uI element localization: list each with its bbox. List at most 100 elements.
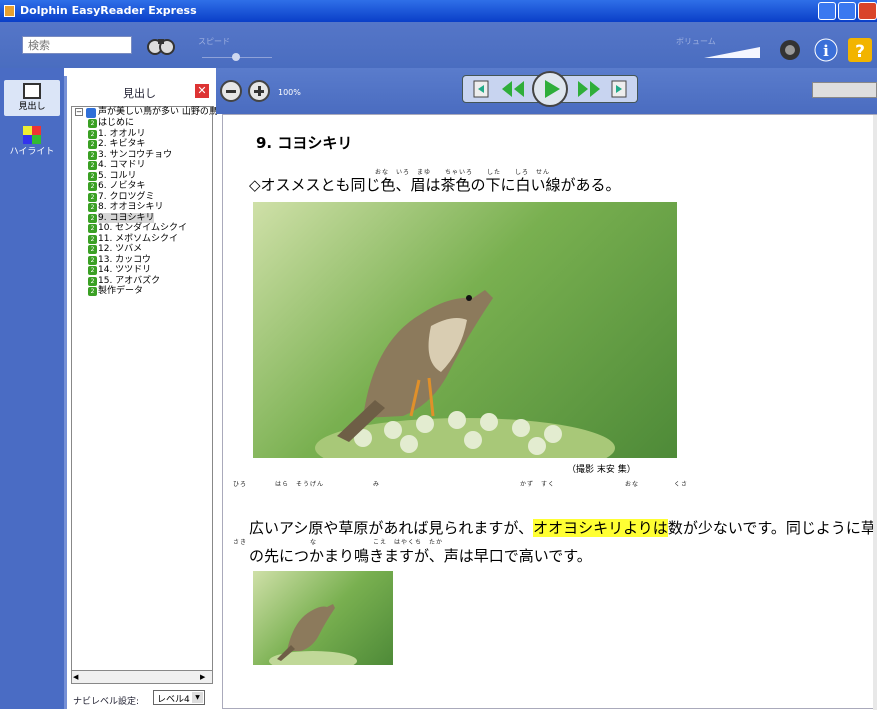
level2-node-icon: 2 <box>88 266 97 275</box>
bird-thumbnail[interactable] <box>253 571 393 665</box>
search-input[interactable] <box>22 36 132 54</box>
description-line: ◇オスメスとも同じ色、眉は茶色の下に白い線がある。 <box>249 176 621 194</box>
info-icon[interactable]: i <box>814 38 838 62</box>
level2-node-icon: 2 <box>88 119 97 128</box>
tree-item[interactable]: 2 3. サンコウチョウ <box>72 150 212 161</box>
tree-item[interactable]: 2 14. ツツドリ <box>72 265 212 276</box>
level2-node-icon: 2 <box>88 255 97 265</box>
panel-title: 見出し <box>123 87 156 100</box>
tree-item[interactable]: 2 11. メボソムシクイ <box>72 234 212 245</box>
tree-item-label: 4. コマドリ <box>98 160 146 170</box>
tree-item-label: 2. キビタキ <box>98 139 146 149</box>
close-button[interactable] <box>858 2 877 20</box>
level2-node-icon: 2 <box>88 224 97 233</box>
tree-item[interactable]: 2 9. コヨシキリ <box>72 212 212 224</box>
tree-item[interactable]: 2 はじめに <box>72 118 212 129</box>
chevron-down-icon[interactable]: ▼ <box>192 692 203 703</box>
paragraph-line-2: の先につかまり鳴きますが、声は早口で高いです。 <box>249 547 592 565</box>
tree-item[interactable]: 2 8. オオヨシキリ <box>72 202 212 213</box>
fast-forward-icon[interactable] <box>576 79 602 99</box>
tree-item-label: 14. ツツドリ <box>98 265 152 275</box>
speaker-icon[interactable] <box>778 38 806 62</box>
play-button[interactable] <box>532 71 568 107</box>
tree-item-label: 15. アオバズク <box>98 275 161 286</box>
tree-item[interactable]: 2 2. キビタキ <box>72 139 212 150</box>
zoom-level: 100% <box>278 88 301 97</box>
level2-node-icon: 2 <box>88 234 97 244</box>
scroll-left-arrow[interactable]: ◀ <box>73 672 83 682</box>
speed-label: スピード <box>198 37 230 46</box>
ruby-line-2: ひろ はら そうげん み かず すく おな くさ <box>233 481 689 488</box>
rewind-icon[interactable] <box>500 79 526 99</box>
tree-item-label: 8. オオヨシキリ <box>98 202 164 212</box>
prev-page-icon[interactable] <box>470 79 492 99</box>
tree-item[interactable]: 2 10. センダイムシクイ <box>72 223 212 234</box>
tree-root-label: 声が美しい鳥が多い 山野の鳥 <box>98 107 218 117</box>
svg-text:i: i <box>823 42 829 60</box>
viewer-select[interactable] <box>812 82 877 98</box>
level2-node-icon: 2 <box>88 182 97 191</box>
level2-node-icon: 2 <box>88 245 97 254</box>
panel-header: 見出し ✕ <box>67 76 217 106</box>
next-page-icon[interactable] <box>608 79 630 99</box>
zoom-out-icon[interactable] <box>220 80 242 102</box>
level2-node-icon: 2 <box>88 171 97 181</box>
level2-node-icon: 2 <box>88 161 97 170</box>
book-icon <box>23 83 41 99</box>
tree-item-label: 5. コルリ <box>98 170 137 181</box>
app-icon <box>4 5 15 17</box>
tree-item-label: 9. コヨシキリ <box>98 212 155 223</box>
zoom-in-icon[interactable] <box>248 80 270 102</box>
tree-scrollbar[interactable]: ◀ ▶ <box>71 670 213 684</box>
minimize-button[interactable] <box>818 2 836 20</box>
book-node-icon <box>86 108 96 118</box>
level2-node-icon: 2 <box>88 203 97 212</box>
binoculars-icon[interactable] <box>146 32 176 58</box>
bird-photo <box>253 202 677 458</box>
tree-item[interactable]: 2 5. コルリ <box>72 171 212 182</box>
help-icon[interactable]: ? <box>848 38 872 62</box>
document-view: 9. コヨシキリ おな いろ まゆ ちゃいろ した しろ せん ◇オスメスとも同… <box>222 114 877 710</box>
vertical-scrollbar[interactable] <box>873 115 877 710</box>
tab-highlight[interactable]: ハイライト <box>4 126 60 166</box>
photo-caption: （撮影 末安 集） <box>567 465 636 475</box>
tree-item[interactable]: 2 4. コマドリ <box>72 160 212 171</box>
tree-item[interactable]: 2 15. アオバズク <box>72 276 212 287</box>
tree-item-label: 3. サンコウチョウ <box>98 149 173 160</box>
tree-item-label: 13. カッコウ <box>98 254 151 265</box>
level2-node-icon: 2 <box>88 276 97 286</box>
maximize-button[interactable] <box>838 2 856 20</box>
tree-item[interactable]: 2 12. ツバメ <box>72 244 212 255</box>
paragraph-text-b: 数が少ないです。同じように草 <box>667 519 876 537</box>
svg-text:?: ? <box>855 42 865 62</box>
scroll-right-arrow[interactable]: ▶ <box>200 672 210 682</box>
speed-slider-thumb[interactable] <box>232 53 240 61</box>
nav-level-value: レベル4 <box>157 695 190 705</box>
headings-tree: − 声が美しい鳥が多い 山野の鳥 2 はじめに 2 1. オオルリ 2 2. キビタキ 2 3… <box>71 106 218 676</box>
tree-item[interactable]: 2 製作データ <box>72 286 212 297</box>
volume-slider[interactable] <box>704 44 760 58</box>
headings-panel: 見出し ✕ − 声が美しい鳥が多い 山野の鳥 2 はじめに 2 1. オオルリ 2 2. … <box>64 76 218 709</box>
tab-highlight-label: ハイライト <box>9 147 55 157</box>
level2-node-icon: 2 <box>88 129 97 139</box>
tab-headings[interactable]: 見出し <box>4 80 60 116</box>
tree-item[interactable]: 2 1. オオルリ <box>72 129 212 140</box>
close-panel-icon[interactable]: ✕ <box>195 84 209 98</box>
level2-node-icon: 2 <box>88 150 97 160</box>
highlight-icon <box>23 126 41 144</box>
level2-node-icon: 2 <box>88 140 97 149</box>
window-title: Dolphin EasyReader Express <box>20 4 197 17</box>
nav-level-select[interactable]: レベル4 ▼ <box>153 690 205 705</box>
tree-item[interactable]: 2 7. クロツグミ <box>72 192 212 203</box>
tree-item-label: 12. ツバメ <box>98 244 143 254</box>
paragraph-line-1: 広いアシ原や草原があれば見られますが、オオヨシキリよりは数が少ないです。同じよう… <box>249 517 876 538</box>
paragraph-text-a: 広いアシ原や草原があれば見られますが、 <box>249 519 534 537</box>
level2-node-icon: 2 <box>88 213 97 223</box>
tree-root[interactable]: − 声が美しい鳥が多い 山野の鳥 <box>72 107 218 118</box>
nav-level-label: ナビレベル設定: <box>73 697 140 707</box>
tree-item[interactable]: 2 13. カッコウ <box>72 255 212 266</box>
level2-node-icon: 2 <box>88 287 97 296</box>
tree-item-label: 6. ノビタキ <box>98 181 146 191</box>
tree-item[interactable]: 2 6. ノビタキ <box>72 181 212 192</box>
tree-item-label: 製作データ <box>98 286 144 296</box>
